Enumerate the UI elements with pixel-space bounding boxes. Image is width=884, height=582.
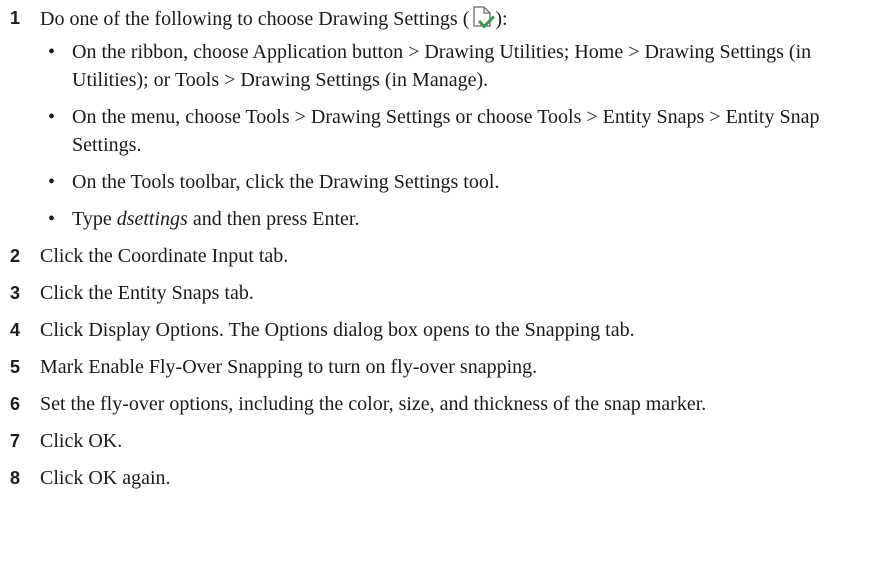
- list-item-text: On the menu, choose Tools > Drawing Sett…: [72, 106, 820, 156]
- procedure-steps: 1 Do one of the following to choose Draw…: [0, 0, 884, 491]
- step-text-after-icon: ):: [495, 8, 508, 30]
- step-text: Click the Coordinate Input tab.: [40, 245, 289, 267]
- list-item: • Type dsettings and then press Enter.: [40, 205, 844, 233]
- step-3: 3 Click the Entity Snaps tab.: [0, 280, 884, 306]
- step-text: Mark Enable Fly-Over Snapping to turn on…: [40, 356, 538, 378]
- step-4: 4 Click Display Options. The Options dia…: [0, 317, 884, 343]
- list-item-text: Type dsettings and then press Enter.: [72, 208, 359, 230]
- step-number: 4: [10, 320, 21, 340]
- step-1-options: • On the ribbon, choose Application butt…: [40, 38, 844, 233]
- step-number: 5: [10, 357, 21, 377]
- step-text: Click OK.: [40, 430, 123, 452]
- drawing-settings-icon: [469, 5, 495, 31]
- step-number: 8: [10, 468, 21, 488]
- bullet-icon: •: [48, 106, 56, 128]
- step-text: Click OK again.: [40, 467, 171, 489]
- list-item: • On the Tools toolbar, click the Drawin…: [40, 168, 844, 196]
- step-number: 1: [10, 8, 21, 28]
- step-2: 2 Click the Coordinate Input tab.: [0, 243, 884, 269]
- type-prefix: Type: [72, 208, 117, 230]
- step-8: 8 Click OK again.: [0, 465, 884, 491]
- bullet-icon: •: [48, 171, 56, 193]
- step-number: 3: [10, 283, 21, 303]
- step-number: 6: [10, 394, 21, 414]
- step-text: Click the Entity Snaps tab.: [40, 282, 254, 304]
- step-text: Do one of the following to choose Drawin…: [40, 5, 508, 31]
- step-5: 5 Mark Enable Fly-Over Snapping to turn …: [0, 354, 884, 380]
- step-text: Click Display Options. The Options dialo…: [40, 319, 635, 341]
- step-7: 7 Click OK.: [0, 428, 884, 454]
- command-name: dsettings: [116, 208, 188, 230]
- step-1: 1 Do one of the following to choose Draw…: [0, 5, 884, 233]
- list-item: • On the menu, choose Tools > Drawing Se…: [40, 103, 844, 159]
- step-number: 7: [10, 431, 21, 451]
- step-text-before-icon: Do one of the following to choose Drawin…: [40, 8, 470, 30]
- list-item-text: On the Tools toolbar, click the Drawing …: [72, 171, 500, 193]
- list-item-text: On the ribbon, choose Application button…: [72, 41, 812, 91]
- step-6: 6 Set the fly-over options, including th…: [0, 391, 884, 417]
- type-suffix: and then press Enter.: [187, 208, 360, 230]
- step-text: Set the fly-over options, including the …: [40, 393, 707, 415]
- step-number: 2: [10, 246, 21, 266]
- bullet-icon: •: [48, 208, 56, 230]
- bullet-icon: •: [48, 41, 56, 63]
- list-item: • On the ribbon, choose Application butt…: [40, 38, 844, 94]
